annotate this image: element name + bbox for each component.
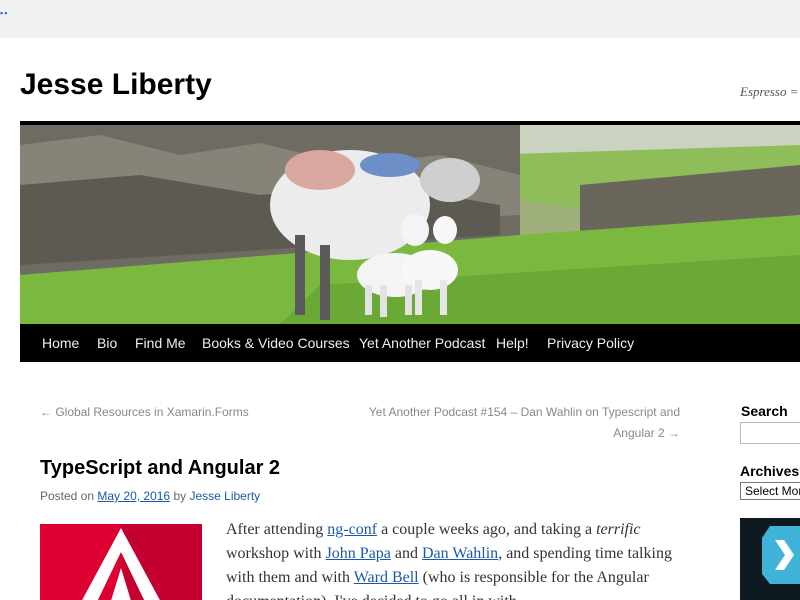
nav-item-yet-another-podcast[interactable]: Yet Another Podcast <box>359 324 485 362</box>
angular-logo-image <box>40 524 202 600</box>
archives-widget-title: Archives <box>740 463 800 479</box>
dan-wahlin-link[interactable]: Dan Wahlin <box>422 545 498 562</box>
sidebar-promo-banner[interactable] <box>740 518 800 600</box>
text-segment: and <box>390 545 422 562</box>
text-segment: workshop with <box>226 545 326 562</box>
nav-item-home[interactable]: Home <box>42 324 79 362</box>
site-title[interactable]: Jesse Liberty <box>20 68 212 102</box>
site-tagline: Espresso = Code <box>740 84 800 99</box>
nav-item-bio[interactable]: Bio <box>97 324 117 362</box>
nav-item-help[interactable]: Help! <box>496 324 529 362</box>
previous-post-link[interactable]: ← Global Resources in Xamarin.Forms <box>40 402 249 423</box>
search-widget-title: Search <box>741 403 788 419</box>
post-author-link[interactable]: Jesse Liberty <box>189 489 260 503</box>
ng-conf-link[interactable]: ng-conf <box>327 521 377 538</box>
nav-item-books-video-courses[interactable]: Books & Video Courses <box>202 324 350 362</box>
angular-logo-icon <box>40 524 202 600</box>
nav-item-find-me[interactable]: Find Me <box>135 324 186 362</box>
chevron-right-icon <box>740 518 800 600</box>
search-input[interactable] <box>740 422 800 444</box>
page: Jesse Liberty Espresso = Code <box>0 38 800 600</box>
sheep-field-illustration <box>20 125 800 324</box>
post-meta: Posted on May 20, 2016 by Jesse Liberty <box>40 489 260 503</box>
main-navigation: Home Bio Find Me Books & Video Courses Y… <box>20 324 800 362</box>
favicon-dots: ▪▪ <box>0 8 9 18</box>
text-segment: After attending <box>226 521 328 538</box>
post-title[interactable]: TypeScript and Angular 2 <box>40 457 280 480</box>
browser-top-bar: ▪▪ <box>0 0 800 38</box>
header-banner-image[interactable] <box>20 125 800 324</box>
next-post-link[interactable]: Yet Another Podcast #154 – Dan Wahlin on… <box>360 402 680 444</box>
by-label: by <box>173 489 187 503</box>
post-excerpt: After attending ng-conf a couple weeks a… <box>226 518 686 600</box>
post-date-link[interactable]: May 20, 2016 <box>97 489 170 503</box>
john-papa-link[interactable]: John Papa <box>326 545 391 562</box>
nav-item-privacy-policy[interactable]: Privacy Policy <box>547 324 634 362</box>
ward-bell-link[interactable]: Ward Bell <box>354 569 419 586</box>
posted-on-label: Posted on <box>40 489 95 503</box>
text-segment: a couple weeks ago, and taking a <box>377 521 597 538</box>
emphasis-terrific: terrific <box>596 521 641 538</box>
archives-select[interactable]: Select Month <box>740 482 800 500</box>
